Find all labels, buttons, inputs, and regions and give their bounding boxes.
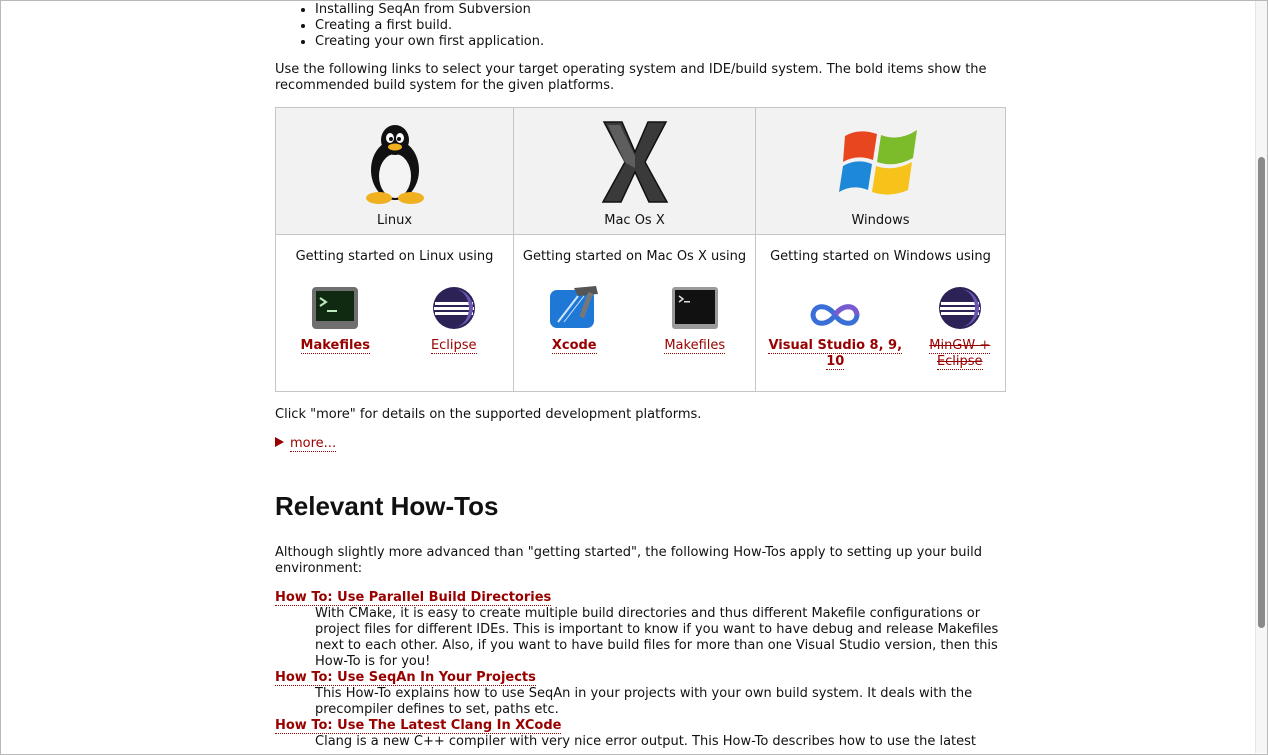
windows-mingw-eclipse-option[interactable]: MinGW + Eclipse bbox=[925, 286, 995, 370]
howto-description: With CMake, it is easy to create multipl… bbox=[315, 606, 999, 669]
howto-link[interactable]: How To: Use SeqAn In Your Projects bbox=[275, 670, 536, 686]
platform-name: Windows bbox=[851, 213, 910, 228]
mac-makefiles-option[interactable]: Makefiles bbox=[640, 286, 750, 354]
howto-link[interactable]: How To: Use Parallel Build Directories bbox=[275, 590, 552, 606]
windows-tools-cell: Getting started on Windows using Visual … bbox=[755, 234, 1006, 392]
mac-xcode-option[interactable]: Xcode bbox=[519, 286, 629, 354]
windows-visual-studio-option[interactable]: Visual Studio 8, 9, 10 bbox=[766, 286, 904, 370]
platform-linux-cell: Linux bbox=[275, 107, 514, 235]
eclipse-icon bbox=[432, 287, 475, 329]
more-link[interactable]: more... bbox=[290, 436, 337, 452]
main-content: Installing SeqAn from Subversion Creatin… bbox=[275, 0, 1006, 749]
getting-started-list: Installing SeqAn from Subversion Creatin… bbox=[275, 2, 1006, 50]
howto-link[interactable]: How To: Use The Latest Clang In XCode bbox=[275, 718, 562, 734]
xcode-icon bbox=[550, 286, 599, 328]
xcode-link[interactable]: Xcode bbox=[551, 338, 597, 354]
eclipse-icon bbox=[938, 287, 981, 329]
terminal-icon bbox=[671, 287, 718, 329]
linux-eclipse-option[interactable]: Eclipse bbox=[399, 286, 509, 354]
scrollbar-thumb[interactable] bbox=[1258, 157, 1265, 628]
list-item: Creating your own first application. bbox=[315, 34, 1006, 50]
eclipse-link[interactable]: Eclipse bbox=[430, 338, 477, 354]
mac-tools-cell: Getting started on Mac Os X using Xcode … bbox=[513, 234, 756, 392]
list-item: Creating a first build. bbox=[315, 18, 1006, 34]
howto-description: This How-To explains how to use SeqAn in… bbox=[315, 686, 973, 717]
windows-flag-icon bbox=[838, 130, 917, 195]
linux-tools-cell: Getting started on Linux using Makefiles bbox=[275, 234, 514, 392]
more-toggle[interactable]: more... bbox=[275, 436, 337, 452]
howtos-intro-text: Although slightly more advanced than "ge… bbox=[275, 545, 982, 576]
visual-studio-icon bbox=[810, 304, 860, 326]
makefiles-link[interactable]: Makefiles bbox=[664, 338, 726, 354]
platform-name: Mac Os X bbox=[604, 213, 665, 228]
platform-windows-cell: Windows bbox=[755, 107, 1006, 235]
getting-started-label: Getting started on Linux using bbox=[295, 249, 494, 264]
howtos-heading: Relevant How-Tos bbox=[275, 491, 499, 521]
platform-name: Linux bbox=[376, 213, 413, 228]
platform-table: Linux Mac Os X Windows Getting started o… bbox=[275, 107, 1006, 392]
mac-os-x-icon bbox=[601, 121, 668, 203]
mingw-eclipse-link[interactable]: MinGW + Eclipse bbox=[929, 338, 991, 370]
disclosure-triangle-icon bbox=[275, 437, 284, 447]
howto-description: Clang is a new C++ compiler with very ni… bbox=[315, 734, 977, 749]
linux-tux-icon bbox=[365, 125, 424, 204]
terminal-icon bbox=[312, 287, 359, 329]
makefiles-link[interactable]: Makefiles bbox=[300, 338, 370, 354]
click-more-text: Click "more" for details on the supporte… bbox=[275, 407, 702, 422]
platform-intro-text: Use the following links to select your t… bbox=[275, 62, 987, 93]
getting-started-label: Getting started on Mac Os X using bbox=[522, 249, 747, 264]
getting-started-label: Getting started on Windows using bbox=[770, 249, 991, 264]
platform-mac-cell: Mac Os X bbox=[513, 107, 756, 235]
list-item: Installing SeqAn from Subversion bbox=[315, 2, 1006, 18]
linux-makefiles-option[interactable]: Makefiles bbox=[280, 286, 390, 354]
visual-studio-link[interactable]: Visual Studio 8, 9, 10 bbox=[768, 338, 903, 370]
howtos-list: How To: Use Parallel Build Directories W… bbox=[275, 590, 1006, 750]
